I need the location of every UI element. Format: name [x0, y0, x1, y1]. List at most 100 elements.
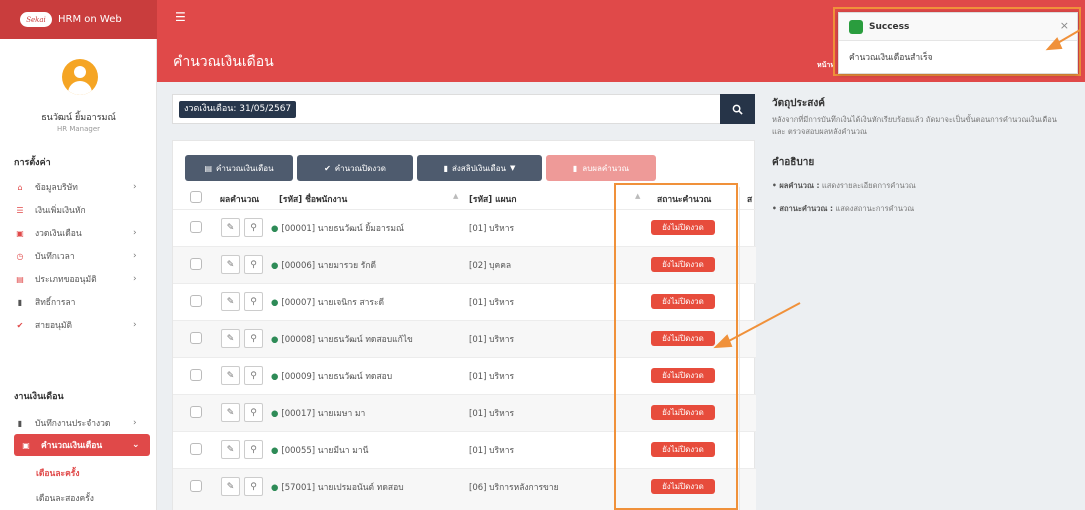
view-icon[interactable]: ⚲ — [244, 403, 263, 422]
sidebar-item-label: ข้อมูลบริษัท — [35, 183, 78, 193]
sidebar-item-label: งวดเงินเดือน — [35, 229, 82, 239]
objective-title: วัตถุประสงค์ — [772, 98, 825, 109]
department-cell: [01] บริหาร — [469, 224, 515, 234]
view-icon[interactable]: ⚲ — [244, 477, 263, 496]
view-icon[interactable]: ⚲ — [244, 440, 263, 459]
col-employee[interactable]: [รหัส] ชื่อพนักงาน — [279, 192, 347, 206]
row-checkbox[interactable] — [190, 406, 202, 418]
sidebar: ธนวัฒน์ ยิ้มอารมณ์ HR Manager การตั้งค่า… — [0, 39, 157, 510]
search-icon — [732, 104, 743, 115]
sidebar-item-approval-type[interactable]: ▤ ประเภทขออนุมัติ › — [0, 268, 157, 290]
calculator-icon: ▤ — [204, 163, 212, 173]
trash-icon: ▮ — [572, 163, 578, 173]
list-icon: ☰ — [16, 205, 24, 215]
sidebar-item-label: บันทึกงานประจำงวด — [35, 419, 111, 429]
sidebar-subitem-monthly[interactable]: เดือนละครั้ง — [36, 466, 80, 480]
sidebar-item-time-record[interactable]: ◷ บันทึกเวลา › — [0, 245, 157, 267]
row-checkbox[interactable] — [190, 221, 202, 233]
sidebar-item-income-deduction[interactable]: ☰ เงินเพิ่มเงินหัก — [0, 199, 157, 221]
description-status: • สถานะคำนวณ : แสดงสถานะการคำนวณ — [772, 204, 915, 213]
edit-icon[interactable]: ✎ — [221, 255, 240, 274]
sidebar-item-label: ประเภทขออนุมัติ — [35, 275, 97, 285]
check-icon: ✔ — [324, 163, 331, 173]
person-icon: ● — [271, 446, 279, 456]
sidebar-item-label: สายอนุมัติ — [35, 321, 72, 331]
col-extra[interactable]: ส — [747, 192, 752, 206]
period-tag[interactable]: งวดเงินเดือน: 31/05/2567 — [179, 101, 297, 118]
chevron-right-icon: › — [133, 182, 137, 192]
view-icon[interactable]: ⚲ — [244, 329, 263, 348]
export-slip-button[interactable]: ▮ ส่งสลิปเงินเดือน ▼ — [417, 155, 542, 181]
sidebar-subitem-semimonthly[interactable]: เดือนละสองครั้ง — [36, 491, 94, 505]
col-result[interactable]: ผลคำนวณ — [220, 192, 259, 206]
sidebar-item-company[interactable]: ⌂ ข้อมูลบริษัท › — [0, 176, 157, 198]
sidebar-item-approval-line[interactable]: ✔ สายอนุมัติ › — [0, 314, 157, 336]
edit-icon[interactable]: ✎ — [221, 218, 240, 237]
row-checkbox[interactable] — [190, 258, 202, 270]
person-icon: ● — [271, 224, 279, 234]
sidebar-item-label: เงินเพิ่มเงินหัก — [35, 206, 86, 216]
calculate-salary-button[interactable]: ▤ คำนวณเงินเดือน — [185, 155, 293, 181]
hamburger-icon[interactable]: ☰ — [175, 10, 186, 24]
row-checkbox[interactable] — [190, 443, 202, 455]
calculate-close-period-button[interactable]: ✔ คำนวณปิดงวด — [297, 155, 413, 181]
row-checkbox[interactable] — [190, 369, 202, 381]
sidebar-item-period-work[interactable]: ▮ บันทึกงานประจำงวด › — [0, 412, 157, 434]
nav-section-payroll: งานเงินเดือน — [14, 392, 64, 402]
description-result: • ผลคำนวณ : แสดงรายละเอียดการคำนวณ — [772, 181, 916, 190]
edit-icon[interactable]: ✎ — [221, 440, 240, 459]
page-title: คำนวณเงินเดือน — [173, 54, 274, 70]
person-icon: ● — [271, 261, 279, 271]
chevron-right-icon: › — [133, 418, 137, 428]
home-icon: ⌂ — [17, 182, 23, 192]
department-cell: [01] บริหาร — [469, 372, 515, 382]
employee-cell: ● [57001] นายเปรมอนันต์ ทดสอบ — [271, 483, 404, 493]
sort-icon[interactable]: ▲ — [453, 192, 458, 200]
employee-cell: ● [00008] นายธนวัฒน์ ทดสอบแก้ไข — [271, 335, 413, 345]
search-button[interactable] — [720, 94, 755, 124]
status-column-highlight — [614, 183, 738, 510]
chevron-right-icon: › — [133, 274, 137, 284]
check-circle-icon: ✔ — [16, 320, 24, 330]
edit-icon[interactable]: ✎ — [221, 366, 240, 385]
view-icon[interactable]: ⚲ — [244, 218, 263, 237]
chevron-right-icon: › — [133, 228, 137, 238]
row-checkbox[interactable] — [190, 480, 202, 492]
close-icon[interactable]: × — [1060, 19, 1069, 32]
employee-cell: ● [00017] นายเมษา มา — [271, 409, 366, 419]
edit-icon[interactable]: ✎ — [221, 292, 240, 311]
department-cell: [01] บริหาร — [469, 446, 515, 456]
view-icon[interactable]: ⚲ — [244, 255, 263, 274]
delete-result-button[interactable]: ▮ ลบผลคำนวณ — [546, 155, 656, 181]
edit-icon[interactable]: ✎ — [221, 477, 240, 496]
department-cell: [06] บริการหลังการขาย — [469, 483, 559, 493]
app-name: HRM on Web — [58, 14, 122, 25]
view-icon[interactable]: ⚲ — [244, 366, 263, 385]
nav-section-settings: การตั้งค่า — [14, 158, 51, 168]
description-title: คำอธิบาย — [772, 157, 815, 168]
employee-cell: ● [00009] นายธนวัฒน์ ทดสอบ — [271, 372, 393, 382]
department-cell: [01] บริหาร — [469, 409, 515, 419]
period-search-bar[interactable]: งวดเงินเดือน: 31/05/2567 — [172, 94, 755, 124]
chevron-down-icon: ⌄ — [132, 440, 140, 450]
toast-message: คำนวณเงินเดือนสำเร็จ — [849, 53, 933, 63]
money-icon: ▣ — [22, 440, 30, 450]
sidebar-item-calculate-salary[interactable]: ▣ คำนวณเงินเดือน ⌄ — [14, 434, 150, 456]
person-icon: ● — [271, 409, 279, 419]
brand[interactable]: Sekai HRM on Web — [0, 0, 157, 39]
row-checkbox[interactable] — [190, 332, 202, 344]
sidebar-item-leave-rights[interactable]: ▮ สิทธิ์การลา — [0, 291, 157, 313]
chevron-right-icon: › — [133, 251, 137, 261]
select-all-checkbox[interactable] — [190, 191, 202, 203]
view-icon[interactable]: ⚲ — [244, 292, 263, 311]
edit-icon[interactable]: ✎ — [221, 329, 240, 348]
user-name: ธนวัฒน์ ยิ้มอารมณ์ — [41, 113, 116, 123]
edit-icon[interactable]: ✎ — [221, 403, 240, 422]
sidebar-item-payroll-period[interactable]: ▣ งวดเงินเดือน › — [0, 222, 157, 244]
col-department[interactable]: [รหัส] แผนก — [469, 192, 517, 206]
employee-cell: ● [00006] นายมารวย รักดี — [271, 261, 376, 271]
objective-text: หลังจากที่มีการบันทึกเงินได้เงินหักเรียบ… — [772, 115, 1057, 136]
clock-icon: ◷ — [16, 251, 24, 261]
department-cell: [01] บริหาร — [469, 298, 515, 308]
row-checkbox[interactable] — [190, 295, 202, 307]
